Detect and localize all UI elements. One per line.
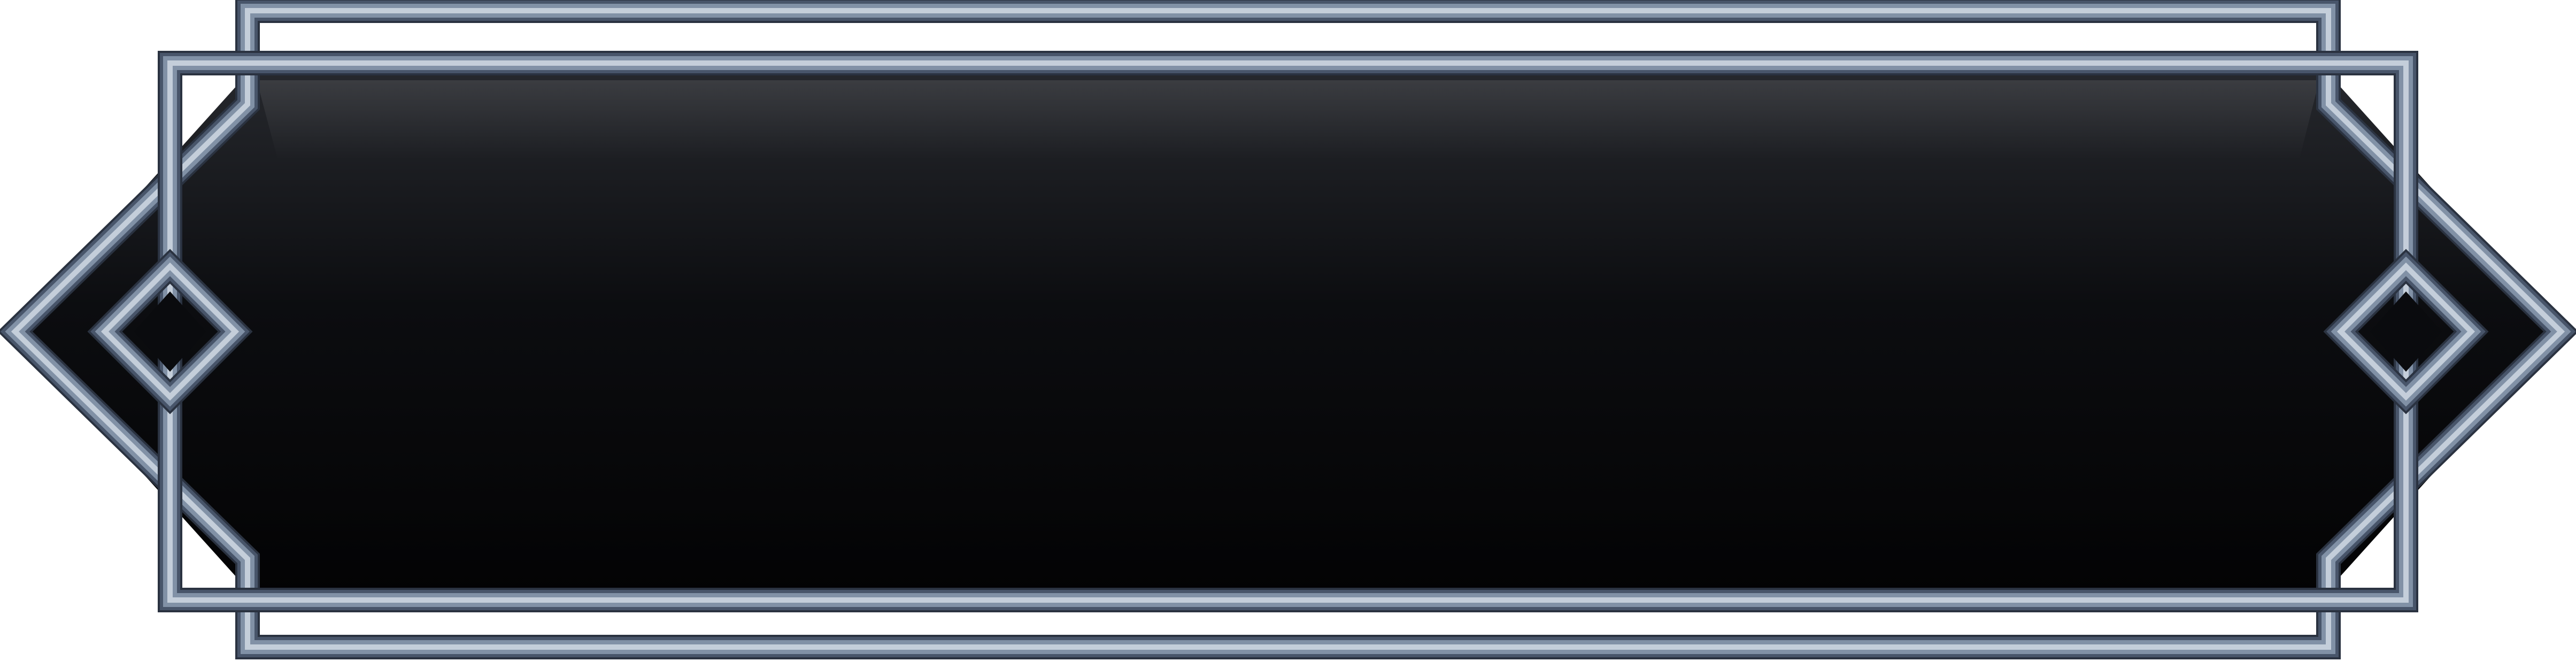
panel-stage (0, 0, 2576, 661)
panel-sheen (257, 80, 2319, 160)
ornate-frame-panel (0, 0, 2576, 659)
